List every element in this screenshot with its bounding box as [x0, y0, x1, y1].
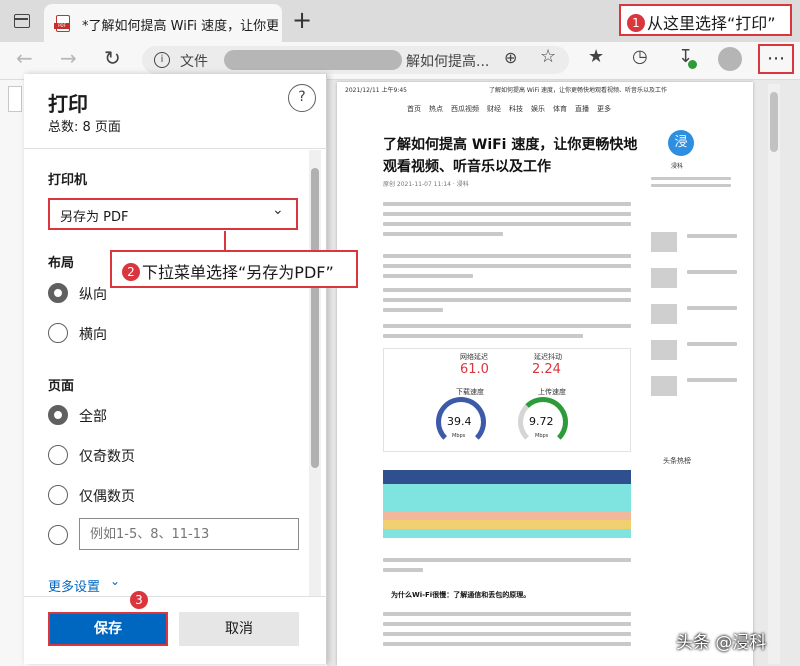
preview-scrollbar[interactable] [768, 84, 780, 664]
nav-item: 体育 [553, 105, 567, 113]
dialog-title: 打印 [48, 92, 88, 116]
nav-item: 西瓜视频 [451, 105, 479, 113]
latency-label: 网络延迟 [460, 353, 488, 361]
cancel-button[interactable]: 取消 [179, 612, 299, 646]
step2-annotation: 2 下拉菜单选择“另存为PDF” [110, 250, 358, 288]
help-icon: ? [298, 89, 306, 105]
pages-custom-radio[interactable] [48, 525, 68, 545]
more-settings-chevron-icon: ⌄ [110, 574, 121, 588]
printer-select[interactable]: 另存为 PDF ⌄ [48, 198, 298, 230]
add-favorite-icon[interactable]: ☆ [540, 46, 556, 67]
tab-actions-icon[interactable] [14, 14, 30, 28]
download-unit: Mbps [452, 433, 466, 439]
download-value: 39.4 [447, 415, 472, 428]
pages-all-label: 全部 [79, 409, 107, 425]
step3-badge: 3 [130, 591, 148, 609]
info-icon[interactable]: i [154, 52, 170, 68]
new-tab-button[interactable]: + [292, 6, 312, 34]
step3-number: 3 [135, 593, 143, 607]
preview-hot-list: 头条热榜 [663, 457, 691, 465]
blurred-url [224, 50, 402, 70]
cancel-button-label: 取消 [225, 621, 253, 637]
step2-badge: 2 [122, 263, 140, 281]
upload-value: 9.72 [529, 415, 554, 428]
help-button[interactable]: ? [288, 84, 316, 112]
tab-title: *了解如何提高 WiFi 速度，让你更 [82, 19, 278, 34]
preview-article-meta: 原创 2021-11-07 11:14 · 浸科 [383, 181, 469, 188]
preview-page: 2021/12/11 上午9:45 了解如何提高 WiFi 速度，让你更畅快地观… [337, 82, 753, 666]
article-title-line: 观看视频、听音乐以及工作 [383, 159, 551, 175]
preview-subheading: 为什么Wi-Fi很慢：了解通信和丢包的原理。 [391, 591, 531, 599]
comparison-table [383, 470, 631, 538]
portrait-radio[interactable] [48, 283, 68, 303]
pages-odd-label: 仅奇数页 [79, 449, 135, 465]
preview-author-avatar: 浸 [668, 130, 694, 156]
chevron-down-icon: ⌄ [272, 202, 284, 218]
more-settings-link[interactable]: 更多设置 [48, 576, 100, 595]
page-edge-strip [0, 80, 24, 666]
profile-avatar[interactable] [718, 47, 742, 71]
latency-value: 61.0 [460, 362, 489, 377]
settings-more-button[interactable]: ⋯ [758, 44, 794, 74]
jitter-label: 延迟抖动 [534, 353, 562, 361]
custom-pages-input[interactable] [79, 518, 299, 550]
dialog-divider [24, 148, 327, 149]
nav-item: 更多 [597, 105, 611, 113]
download-label: 下载速度 [456, 388, 484, 396]
preview-author-name: 浸科 [671, 163, 684, 170]
landscape-label: 横向 [79, 327, 107, 343]
save-button[interactable]: 保存 [48, 612, 168, 646]
portrait-label: 纵向 [79, 287, 107, 303]
upload-label: 上传速度 [538, 388, 566, 396]
jitter-value: 2.24 [532, 362, 561, 377]
landscape-radio[interactable] [48, 323, 68, 343]
printer-select-value: 另存为 PDF [60, 210, 129, 225]
forward-arrow-icon[interactable]: → [60, 46, 77, 70]
preview-nav: 首页 热点 西瓜视频 财经 科技 娱乐 体育 直播 更多 [407, 104, 611, 114]
step2-text: 下拉菜单选择“另存为PDF” [142, 263, 334, 282]
preview-header-date: 2021/12/11 上午9:45 [345, 87, 407, 94]
nav-item: 科技 [509, 105, 523, 113]
history-icon[interactable]: ◷ [632, 46, 648, 67]
nav-item: 娱乐 [531, 105, 545, 113]
pages-all-radio[interactable] [48, 405, 68, 425]
printer-label: 打印机 [48, 173, 88, 188]
pages-odd-radio[interactable] [48, 445, 68, 465]
author-avatar-text: 浸 [674, 135, 688, 150]
article-title-line: 了解如何提高 WiFi 速度，让你更畅快地 [383, 137, 638, 153]
upload-unit: Mbps [535, 433, 549, 439]
nav-item: 热点 [429, 105, 443, 113]
favorites-icon[interactable]: ★ [588, 46, 604, 67]
preview-header-title: 了解如何提高 WiFi 速度，让你更畅快地观看视频、听音乐以及工作 [489, 87, 667, 94]
total-pages: 总数: 8 页面 [48, 120, 121, 135]
step1-badge: 1 [627, 14, 645, 32]
dialog-scrollbar-thumb[interactable] [311, 168, 319, 468]
nav-item: 直播 [575, 105, 589, 113]
more-dots-icon: ⋯ [767, 48, 785, 69]
step1-annotation: 1 从这里选择“打印” [619, 4, 792, 36]
layout-label: 布局 [48, 256, 75, 271]
step1-text: 从这里选择“打印” [647, 14, 776, 33]
page-edge-button [8, 86, 22, 112]
back-arrow-icon[interactable]: ← [16, 46, 33, 70]
zoom-icon[interactable]: ⊕ [504, 48, 517, 67]
save-button-label: 保存 [94, 621, 122, 637]
pages-even-label: 仅偶数页 [79, 489, 135, 505]
speedtest-card: 网络延迟 延迟抖动 61.0 2.24 下载速度 上传速度 39.4 9.72 … [383, 348, 631, 452]
download-complete-icon [688, 60, 697, 69]
browser-tab[interactable]: PDF *了解如何提高 WiFi 速度，让你更 [44, 4, 282, 42]
refresh-icon[interactable]: ↻ [104, 46, 121, 70]
pages-even-radio[interactable] [48, 485, 68, 505]
nav-item: 首页 [407, 105, 421, 113]
address-scheme-label: 文件 [180, 54, 208, 70]
nav-item: 财经 [487, 105, 501, 113]
preview-article-title: 了解如何提高 WiFi 速度，让你更畅快地 观看视频、听音乐以及工作 [383, 134, 637, 178]
pdf-icon: PDF [54, 15, 70, 32]
step2-connector [224, 231, 226, 251]
pages-label: 页面 [48, 379, 75, 394]
watermark: 头条 @浸科 [676, 633, 767, 653]
print-dialog: 打印 ? 总数: 8 页面 打印机 另存为 PDF ⌄ 布局 纵向 横向 页面 … [24, 74, 327, 664]
dialog-footer-divider [24, 596, 327, 597]
address-page-text: 解如何提高... [406, 54, 490, 70]
